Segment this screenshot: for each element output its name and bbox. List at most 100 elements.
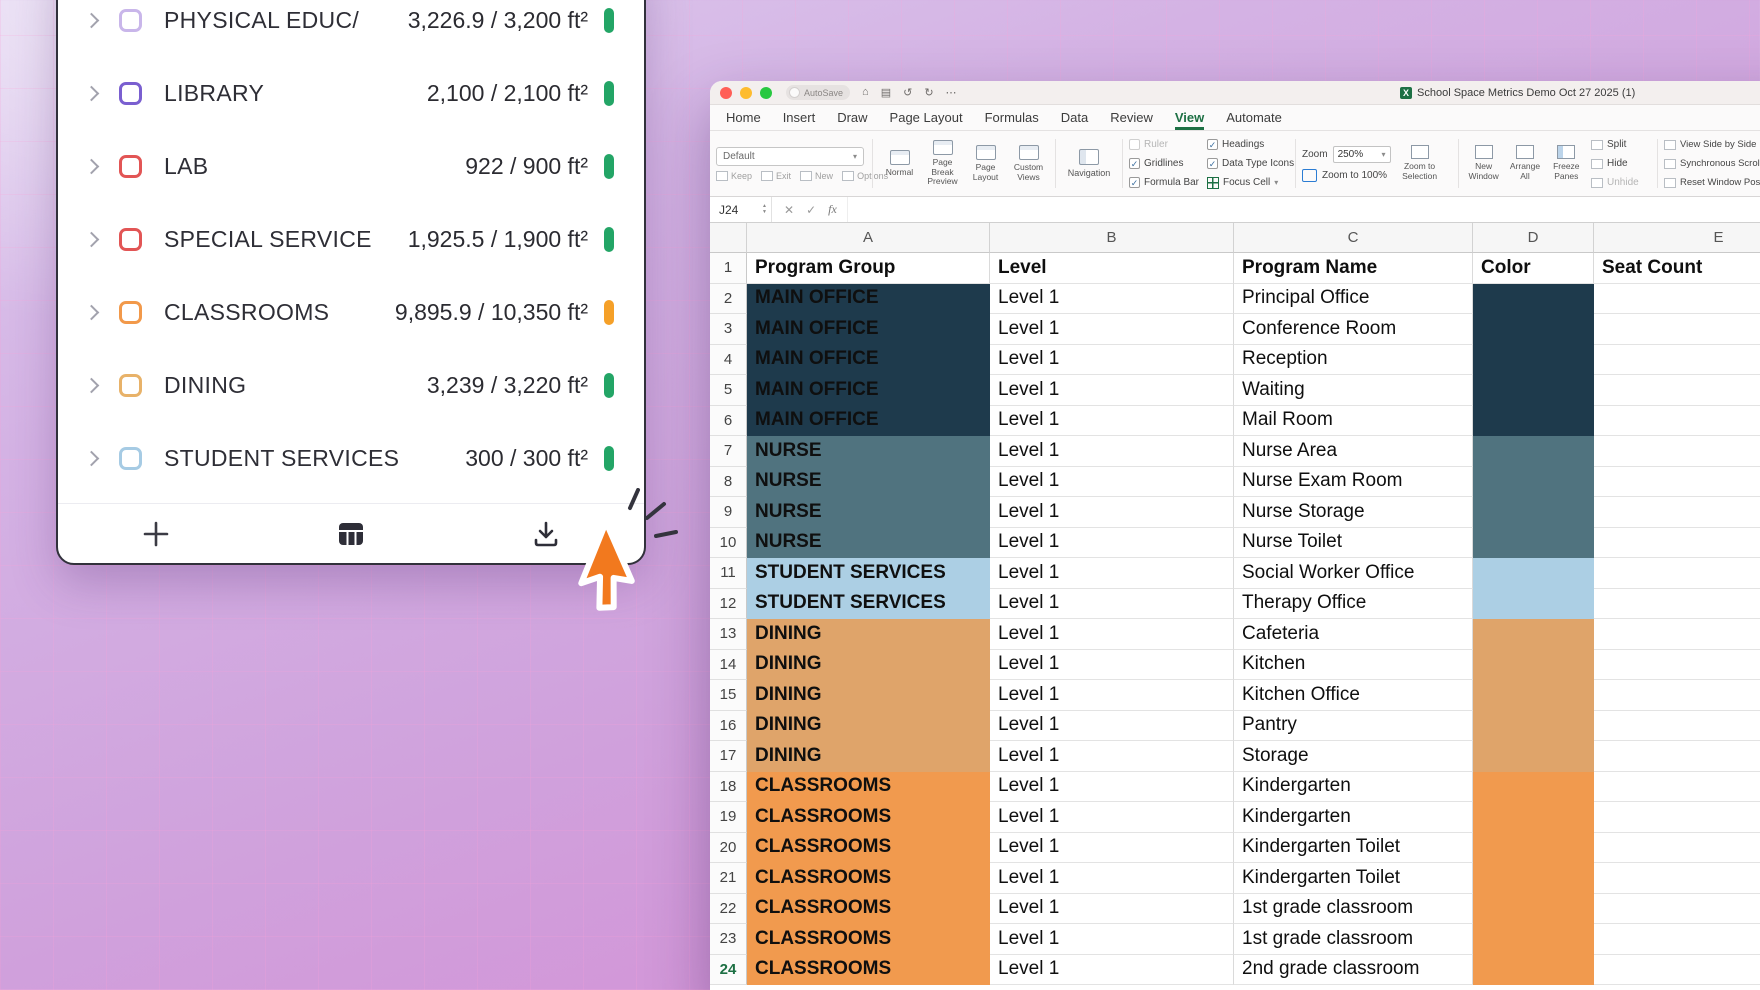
cell[interactable]: Mail Room (1234, 406, 1473, 437)
row-number[interactable]: 20 (710, 833, 747, 864)
ribbon-tab-review[interactable]: Review (1110, 110, 1153, 130)
cell[interactable] (1594, 711, 1760, 742)
add-button[interactable] (58, 504, 253, 563)
cell[interactable]: Seat Count (1594, 253, 1760, 284)
cell[interactable]: Level 1 (990, 894, 1234, 925)
cell[interactable] (1473, 955, 1594, 986)
cell[interactable]: Level 1 (990, 406, 1234, 437)
cell[interactable]: Level 1 (990, 680, 1234, 711)
color-checkbox[interactable] (119, 447, 142, 470)
autosave-toggle[interactable]: AutoSave (786, 85, 850, 100)
ribbon-tab-draw[interactable]: Draw (837, 110, 867, 130)
ribbon-tab-home[interactable]: Home (726, 110, 761, 130)
chevron-right-icon[interactable] (84, 86, 100, 102)
home-icon[interactable]: ⌂ (862, 86, 869, 99)
cell[interactable] (1594, 619, 1760, 650)
minimize-button[interactable] (740, 87, 752, 99)
cell[interactable]: NURSE (747, 467, 990, 498)
cell[interactable] (1594, 375, 1760, 406)
column-header-c[interactable]: C (1234, 223, 1473, 253)
cell[interactable] (1594, 772, 1760, 803)
cell[interactable]: MAIN OFFICE (747, 375, 990, 406)
cell[interactable]: MAIN OFFICE (747, 314, 990, 345)
cell[interactable] (1594, 680, 1760, 711)
cell[interactable]: Level 1 (990, 436, 1234, 467)
cell[interactable] (1594, 314, 1760, 345)
row-number[interactable]: 8 (710, 467, 747, 498)
save-icon[interactable]: ▤ (881, 86, 891, 99)
cell[interactable]: CLASSROOMS (747, 802, 990, 833)
group-row[interactable]: CLASSROOMS9,895.9 / 10,350 ft² (58, 276, 644, 349)
checkbox-gridlines[interactable]: ✓Gridlines (1129, 157, 1199, 171)
color-checkbox[interactable] (119, 374, 142, 397)
cell[interactable] (1473, 894, 1594, 925)
split-button[interactable]: Split (1591, 138, 1651, 152)
checkbox-ruler[interactable]: Ruler (1129, 138, 1199, 152)
new-button[interactable]: New (800, 171, 833, 181)
cell[interactable]: Level 1 (990, 833, 1234, 864)
maximize-button[interactable] (760, 87, 772, 99)
view-page-break-preview-button[interactable]: Page Break Preview (922, 140, 963, 187)
ribbon-tab-formulas[interactable]: Formulas (985, 110, 1039, 130)
cell[interactable]: Kindergarten (1234, 802, 1473, 833)
row-number[interactable]: 15 (710, 680, 747, 711)
cell[interactable]: Waiting (1234, 375, 1473, 406)
cell[interactable]: Level 1 (990, 497, 1234, 528)
row-number[interactable]: 17 (710, 741, 747, 772)
row-number[interactable]: 1 (710, 253, 747, 284)
cell[interactable] (1473, 863, 1594, 894)
reset-window-position-button[interactable]: Reset Window Position (1664, 176, 1760, 190)
cell[interactable]: DINING (747, 741, 990, 772)
row-number[interactable]: 21 (710, 863, 747, 894)
color-checkbox[interactable] (119, 155, 142, 178)
cell[interactable] (1473, 406, 1594, 437)
cell[interactable]: 2nd grade classroom (1234, 955, 1473, 986)
cell[interactable]: Nurse Toilet (1234, 528, 1473, 559)
cell[interactable]: Therapy Office (1234, 589, 1473, 620)
cell[interactable]: Color (1473, 253, 1594, 284)
cell[interactable]: Level 1 (990, 955, 1234, 986)
color-checkbox[interactable] (119, 228, 142, 251)
cell[interactable]: Nurse Exam Room (1234, 467, 1473, 498)
ribbon-tab-view[interactable]: View (1175, 110, 1204, 130)
cell[interactable]: Pantry (1234, 711, 1473, 742)
cell[interactable]: Level 1 (990, 589, 1234, 620)
cell[interactable]: DINING (747, 650, 990, 681)
cell[interactable]: Level 1 (990, 345, 1234, 376)
cell[interactable] (1473, 619, 1594, 650)
row-number[interactable]: 22 (710, 894, 747, 925)
row-number[interactable]: 18 (710, 772, 747, 803)
checkbox-headings[interactable]: ✓Headings (1207, 138, 1294, 152)
synchronous-scrolling-button[interactable]: Synchronous Scrolling (1664, 157, 1760, 171)
group-row[interactable]: DINING3,239 / 3,220 ft² (58, 349, 644, 422)
cell[interactable] (1473, 528, 1594, 559)
cell[interactable]: DINING (747, 680, 990, 711)
zoom-selection-button[interactable]: Zoom to Selection (1397, 145, 1443, 182)
cell[interactable]: Level 1 (990, 314, 1234, 345)
cell[interactable] (1594, 802, 1760, 833)
cell[interactable]: DINING (747, 619, 990, 650)
cell[interactable]: CLASSROOMS (747, 894, 990, 925)
name-box-stepper[interactable]: ▲▼ (762, 204, 767, 215)
row-number[interactable]: 13 (710, 619, 747, 650)
cell[interactable]: Storage (1234, 741, 1473, 772)
cell[interactable]: Level 1 (990, 558, 1234, 589)
cell[interactable]: Level 1 (990, 528, 1234, 559)
cell[interactable]: Kindergarten Toilet (1234, 833, 1473, 864)
column-header-b[interactable]: B (990, 223, 1234, 253)
cell[interactable] (1594, 741, 1760, 772)
cancel-icon[interactable]: ✕ (784, 203, 794, 217)
cell[interactable]: STUDENT SERVICES (747, 589, 990, 620)
cell[interactable] (1594, 406, 1760, 437)
cell[interactable] (1594, 924, 1760, 955)
zoom-dropdown[interactable]: 250% ▾ (1333, 146, 1391, 163)
chevron-right-icon[interactable] (84, 232, 100, 248)
checkbox-data-type-icons[interactable]: ✓Data Type Icons (1207, 157, 1294, 171)
cell[interactable]: CLASSROOMS (747, 863, 990, 894)
row-number[interactable]: 3 (710, 314, 747, 345)
cell[interactable] (1473, 314, 1594, 345)
more-icon[interactable]: ⋯ (946, 86, 957, 99)
cell[interactable] (1473, 467, 1594, 498)
cell[interactable] (1594, 863, 1760, 894)
column-header-a[interactable]: A (747, 223, 990, 253)
